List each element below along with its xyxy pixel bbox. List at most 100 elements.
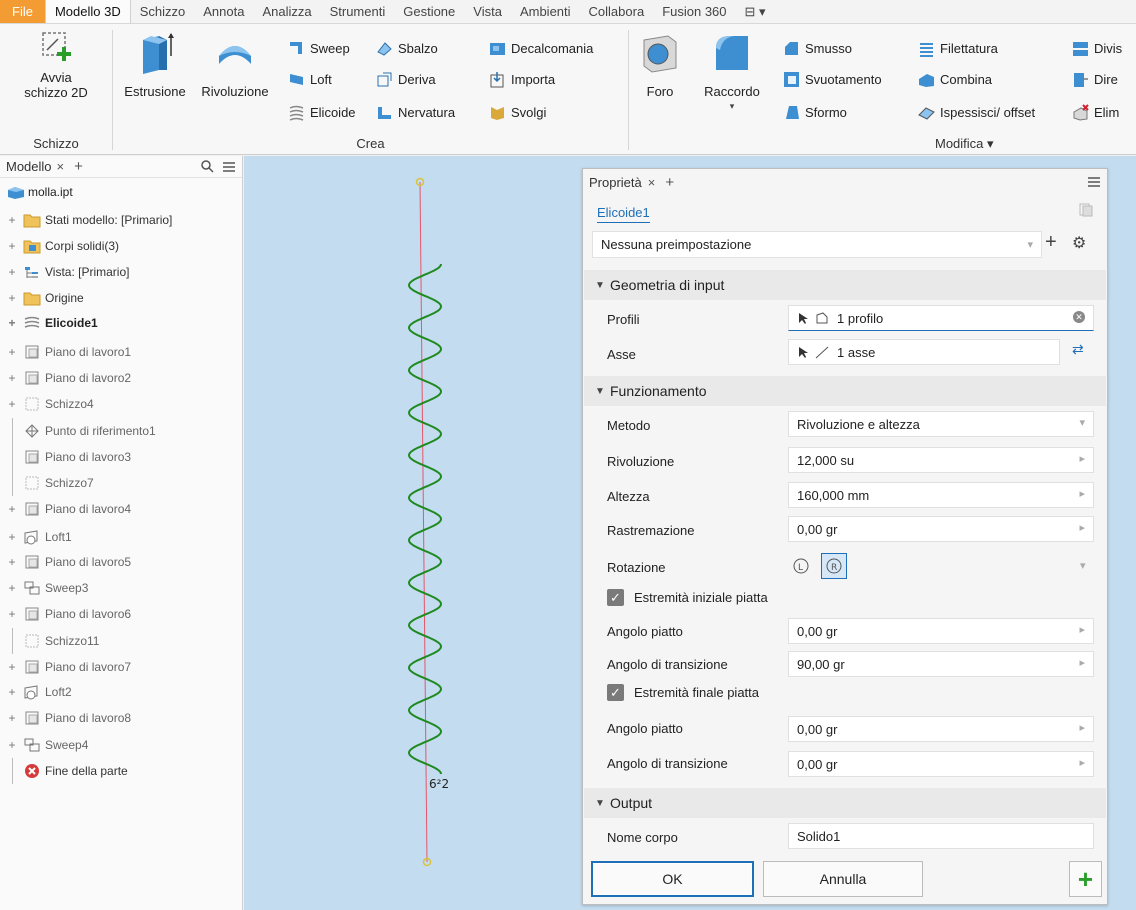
height-input[interactable]: 160,000 mm ▸ — [788, 482, 1094, 508]
chevron-right-icon[interactable]: ▸ — [1079, 452, 1085, 465]
expand-icon[interactable]: + — [7, 502, 17, 516]
menu-icon[interactable] — [1087, 176, 1101, 188]
direct-edit-button[interactable]: Dire — [1072, 69, 1118, 89]
rotation-right-button[interactable]: R — [821, 553, 847, 579]
fillet-dropdown-arrow[interactable]: ▾ — [695, 99, 769, 114]
ribbon-options-menu[interactable]: ⊟ ▾ — [736, 0, 775, 23]
start-transition-angle-input[interactable]: 90,00 gr ▸ — [788, 651, 1094, 677]
taper-input[interactable]: 0,00 gr ▸ — [788, 516, 1094, 542]
expand-icon[interactable]: + — [7, 397, 17, 411]
browser-item-schizzo4[interactable]: + Schizzo4 — [0, 391, 93, 417]
browser-item-sweep3[interactable]: + Sweep3 — [0, 575, 88, 601]
expand-icon[interactable]: + — [7, 265, 17, 279]
flip-axis-icon[interactable]: ⇄ — [1072, 341, 1084, 358]
chevron-right-icon[interactable]: ▸ — [1079, 623, 1085, 636]
sweep-button[interactable]: Sweep — [288, 38, 350, 58]
chevron-right-icon[interactable]: ▸ — [1079, 487, 1085, 500]
revolution-input[interactable]: 12,000 su ▸ — [788, 447, 1094, 473]
tab-fusion-360[interactable]: Fusion 360 — [653, 0, 735, 23]
properties-add-tab-icon[interactable]: + — [665, 174, 674, 191]
browser-item-piano-di-lavoro3[interactable]: Piano di lavoro3 — [0, 444, 131, 470]
expand-icon[interactable]: + — [7, 555, 17, 569]
browser-add-tab-icon[interactable]: + — [74, 158, 83, 175]
properties-title[interactable]: Proprietà — [589, 175, 642, 190]
browser-item-schizzo11[interactable]: Schizzo11 — [0, 628, 99, 654]
browser-item-piano-di-lavoro5[interactable]: + Piano di lavoro5 — [0, 549, 131, 575]
browser-item-piano-di-lavoro2[interactable]: + Piano di lavoro2 — [0, 365, 131, 391]
browser-close-icon[interactable]: × — [57, 159, 65, 174]
cancel-button[interactable]: Annulla — [763, 861, 923, 897]
rotation-left-button[interactable]: L — [788, 553, 814, 579]
section-input-geometry[interactable]: ▼ Geometria di input — [584, 270, 1106, 300]
tab-modello-3d[interactable]: Modello 3D — [44, 0, 131, 23]
gear-icon[interactable]: ⚙ — [1072, 233, 1086, 253]
coil-button[interactable]: Elicoide — [288, 102, 356, 122]
browser-item-corpi-solidi-3[interactable]: + Corpi solidi(3) — [0, 233, 119, 259]
browser-item-elicoide1[interactable]: + Elicoide1 — [0, 310, 97, 336]
import-button[interactable]: Importa — [489, 69, 555, 89]
browser-tab-title[interactable]: Modello — [6, 159, 52, 174]
start-2d-sketch-button[interactable]: Avvia schizzo 2D — [4, 30, 108, 100]
combine-button[interactable]: Combina — [918, 69, 992, 89]
expand-icon[interactable]: + — [7, 316, 17, 330]
start-flat-angle-input[interactable]: 0,00 gr ▸ — [788, 618, 1094, 644]
expand-icon[interactable]: + — [7, 581, 17, 595]
chevron-right-icon[interactable]: ▸ — [1079, 756, 1085, 769]
search-icon[interactable] — [201, 160, 214, 173]
chevron-right-icon[interactable]: ▸ — [1079, 521, 1085, 534]
expand-icon[interactable]: + — [7, 239, 17, 253]
end-transition-angle-input[interactable]: 0,00 gr ▸ — [788, 751, 1094, 777]
tab-strumenti[interactable]: Strumenti — [321, 0, 395, 23]
browser-item-loft1[interactable]: + Loft1 — [0, 524, 72, 550]
chamfer-button[interactable]: Smusso — [783, 38, 852, 58]
unwrap-button[interactable]: Svolgi — [489, 102, 546, 122]
derive-button[interactable]: Deriva — [376, 69, 436, 89]
chevron-down-icon[interactable]: ▾ — [1080, 559, 1086, 572]
browser-item-piano-di-lavoro7[interactable]: + Piano di lavoro7 — [0, 654, 131, 680]
expand-icon[interactable]: + — [7, 530, 17, 544]
menu-icon[interactable] — [222, 161, 236, 173]
emboss-button[interactable]: Sbalzo — [376, 38, 438, 58]
delete-face-button[interactable]: Elim — [1072, 102, 1119, 122]
browser-item-vista-primario[interactable]: + Vista: [Primario] — [0, 259, 129, 285]
tab-schizzo[interactable]: Schizzo — [131, 0, 195, 23]
end-flat-angle-input[interactable]: 0,00 gr ▸ — [788, 716, 1094, 742]
tab-collabora[interactable]: Collabora — [580, 0, 654, 23]
body-name-input[interactable]: Solido1 — [788, 823, 1094, 849]
loft-button[interactable]: Loft — [288, 69, 332, 89]
thread-button[interactable]: Filettatura — [918, 38, 998, 58]
axis-selector[interactable]: 1 asse — [788, 339, 1060, 365]
start-flat-checkbox[interactable]: ✓ Estremità iniziale piatta — [607, 589, 768, 606]
browser-item-punto-di-riferimento1[interactable]: Punto di riferimento1 — [0, 418, 156, 444]
expand-icon[interactable]: + — [7, 291, 17, 305]
copy-icon[interactable] — [1079, 203, 1093, 217]
chevron-right-icon[interactable]: ▸ — [1079, 656, 1085, 669]
expand-icon[interactable]: + — [7, 660, 17, 674]
browser-item-stati-modello-primario[interactable]: + Stati modello: [Primario] — [0, 207, 172, 233]
tab-vista[interactable]: Vista — [464, 0, 511, 23]
browser-item-loft2[interactable]: + Loft2 — [0, 679, 72, 705]
thicken-offset-button[interactable]: Ispessisci/ offset — [918, 102, 1035, 122]
expand-icon[interactable]: + — [7, 213, 17, 227]
profiles-selector[interactable]: 1 profilo ✕ — [788, 305, 1094, 331]
tab-gestione[interactable]: Gestione — [394, 0, 464, 23]
apply-button[interactable]: + — [1069, 861, 1102, 897]
tab-file[interactable]: File — [0, 0, 45, 23]
browser-item-piano-di-lavoro1[interactable]: + Piano di lavoro1 — [0, 339, 131, 365]
draft-button[interactable]: Sformo — [783, 102, 847, 122]
browser-item-piano-di-lavoro4[interactable]: + Piano di lavoro4 — [0, 496, 131, 522]
browser-item-piano-di-lavoro6[interactable]: + Piano di lavoro6 — [0, 601, 131, 627]
expand-icon[interactable]: + — [7, 345, 17, 359]
tab-ambienti[interactable]: Ambienti — [511, 0, 580, 23]
feature-name-field[interactable]: Elicoide1 — [597, 205, 650, 223]
extrude-button[interactable]: Estrusione — [118, 30, 192, 99]
browser-item-sweep4[interactable]: + Sweep4 — [0, 732, 88, 758]
chevron-right-icon[interactable]: ▸ — [1079, 721, 1085, 734]
group-label-modifica[interactable]: Modifica ▾ — [935, 135, 1136, 153]
expand-icon[interactable]: + — [7, 738, 17, 752]
expand-icon[interactable]: + — [7, 371, 17, 385]
fillet-button[interactable]: Raccordo ▾ — [695, 30, 769, 114]
tab-analizza[interactable]: Analizza — [253, 0, 320, 23]
shell-button[interactable]: Svuotamento — [783, 69, 882, 89]
ok-button[interactable]: OK — [591, 861, 754, 897]
